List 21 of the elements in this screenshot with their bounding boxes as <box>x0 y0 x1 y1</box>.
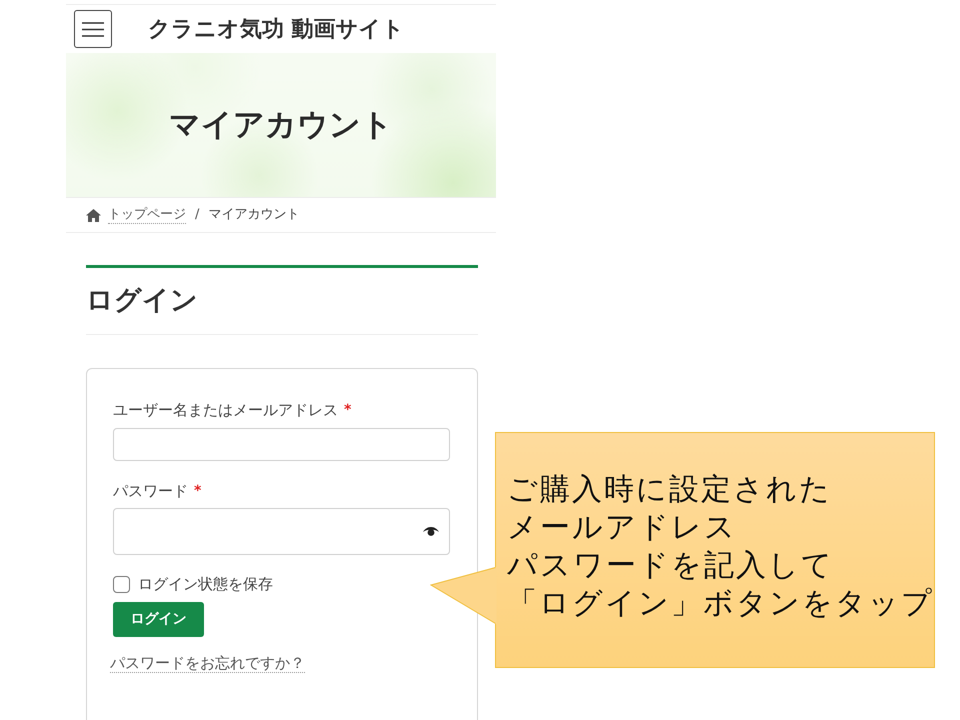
field-label: パスワード <box>113 481 188 501</box>
eye-icon <box>423 527 439 536</box>
login-button[interactable]: ログイン <box>113 602 204 637</box>
site-title: クラニオ気功 動画サイト <box>148 16 405 44</box>
password-field[interactable] <box>113 508 450 555</box>
required-mark: * <box>194 482 202 501</box>
breadcrumb-separator: / <box>195 206 200 224</box>
breadcrumb-current: マイアカウント <box>208 206 300 224</box>
callout-text: ご購入時に設定された メールアドレス パスワードを記入して 「ログイン」ボタンをタップ <box>507 471 934 623</box>
page-title: マイアカウント <box>169 106 393 145</box>
home-icon <box>86 208 101 222</box>
menu-icon <box>82 22 104 36</box>
field-label: ユーザー名またはメールアドレス <box>113 400 338 420</box>
required-mark: * <box>344 401 352 420</box>
section-title: ログイン <box>86 284 198 318</box>
breadcrumb-link[interactable]: トップページ <box>108 206 186 224</box>
checkbox[interactable] <box>113 576 130 592</box>
checkbox-label[interactable]: ログイン状態を保存 <box>138 572 273 596</box>
forgot-password-link[interactable]: パスワードをお忘れですか？ <box>110 654 305 673</box>
menu-button[interactable] <box>74 10 112 48</box>
username-field[interactable] <box>113 428 450 461</box>
